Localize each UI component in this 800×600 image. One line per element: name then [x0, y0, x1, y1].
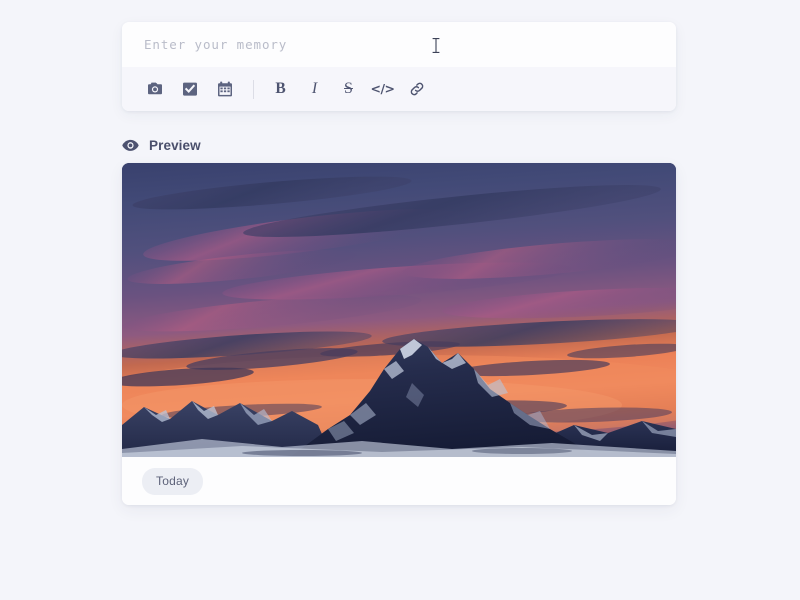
checkbox-icon[interactable] — [177, 76, 203, 102]
code-glyph: </> — [370, 80, 395, 96]
calendar-icon[interactable] — [212, 76, 238, 102]
bold-glyph: B — [275, 80, 286, 98]
italic-glyph: I — [311, 80, 318, 97]
toolbar-divider — [253, 79, 254, 99]
bold-icon[interactable]: B — [267, 76, 294, 102]
memory-preview-card: Today — [122, 163, 676, 505]
date-badge[interactable]: Today — [142, 467, 204, 495]
memory-editor-card: B I S </> — [122, 22, 676, 111]
link-icon[interactable] — [403, 76, 430, 102]
memory-input[interactable] — [144, 37, 444, 52]
strikethrough-glyph: S — [344, 80, 353, 97]
editor-toolbar: B I S </> — [122, 67, 676, 111]
memory-photo — [122, 163, 676, 457]
preview-header: Preview — [122, 135, 201, 155]
eye-icon — [122, 137, 139, 154]
preview-card-footer: Today — [122, 457, 676, 505]
memory-input-row — [122, 22, 676, 67]
camera-icon[interactable] — [142, 76, 168, 102]
preview-title: Preview — [149, 137, 201, 153]
strikethrough-icon[interactable]: S — [335, 76, 362, 102]
italic-icon[interactable]: I — [301, 76, 328, 102]
code-icon[interactable]: </> — [369, 76, 396, 102]
